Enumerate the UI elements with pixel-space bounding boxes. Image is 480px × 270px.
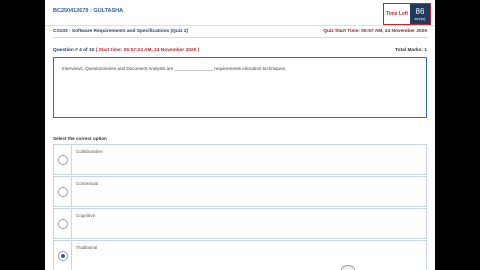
timer-box: 86 sec(s)	[410, 4, 430, 24]
question-text: Interviews, Questionnaires and Document …	[62, 66, 287, 71]
select-instruction: Select the correct option	[53, 136, 107, 141]
pointer-cursor	[341, 265, 355, 270]
option-label: Cognitive	[76, 213, 96, 218]
option-label: Contextual	[76, 181, 98, 186]
option-row[interactable]: Cognitive	[53, 208, 427, 239]
timer-value: 86	[415, 6, 425, 16]
question-box: Interviews, Questionnaires and Document …	[53, 57, 427, 118]
radio-cell	[54, 241, 72, 270]
total-marks: Total Marks: 1	[395, 48, 427, 53]
top-bar: BC250412679 : GULTASHA Time Left 86 sec(…	[45, 0, 435, 26]
timer-label: Time Left	[385, 11, 409, 17]
option-row[interactable]: Traditional	[53, 240, 427, 270]
option-row[interactable]: Contextual	[53, 176, 427, 207]
radio-cell	[54, 145, 72, 174]
radio-button[interactable]	[58, 219, 68, 229]
option-label: Collaborative	[76, 149, 103, 154]
quiz-page: BC250412679 : GULTASHA Time Left 86 sec(…	[45, 0, 435, 270]
quiz-start-time: Quiz Start Time: 05:57 AM, 24 November 2…	[323, 29, 427, 34]
radio-cell	[54, 177, 72, 206]
divider	[53, 37, 427, 38]
timer-unit: sec(s)	[414, 15, 426, 21]
question-header: Question # 4 of 10 ( Start time: 05:57:2…	[53, 48, 199, 53]
radio-button-selected[interactable]	[58, 251, 68, 261]
question-number: Question # 4 of 10	[53, 48, 95, 53]
course-title: CS103 - Software Requirements and Specif…	[53, 29, 189, 34]
countdown-timer: Time Left 86 sec(s)	[383, 3, 431, 25]
question-start-time: ( Start time: 05:57:24 AM, 24 November 2…	[95, 48, 200, 53]
option-label: Traditional	[76, 245, 98, 250]
radio-button[interactable]	[58, 155, 68, 165]
student-id: BC250412679 : GULTASHA	[53, 8, 124, 14]
radio-button[interactable]	[58, 187, 68, 197]
radio-cell	[54, 209, 72, 238]
option-row[interactable]: Collaborative	[53, 144, 427, 175]
